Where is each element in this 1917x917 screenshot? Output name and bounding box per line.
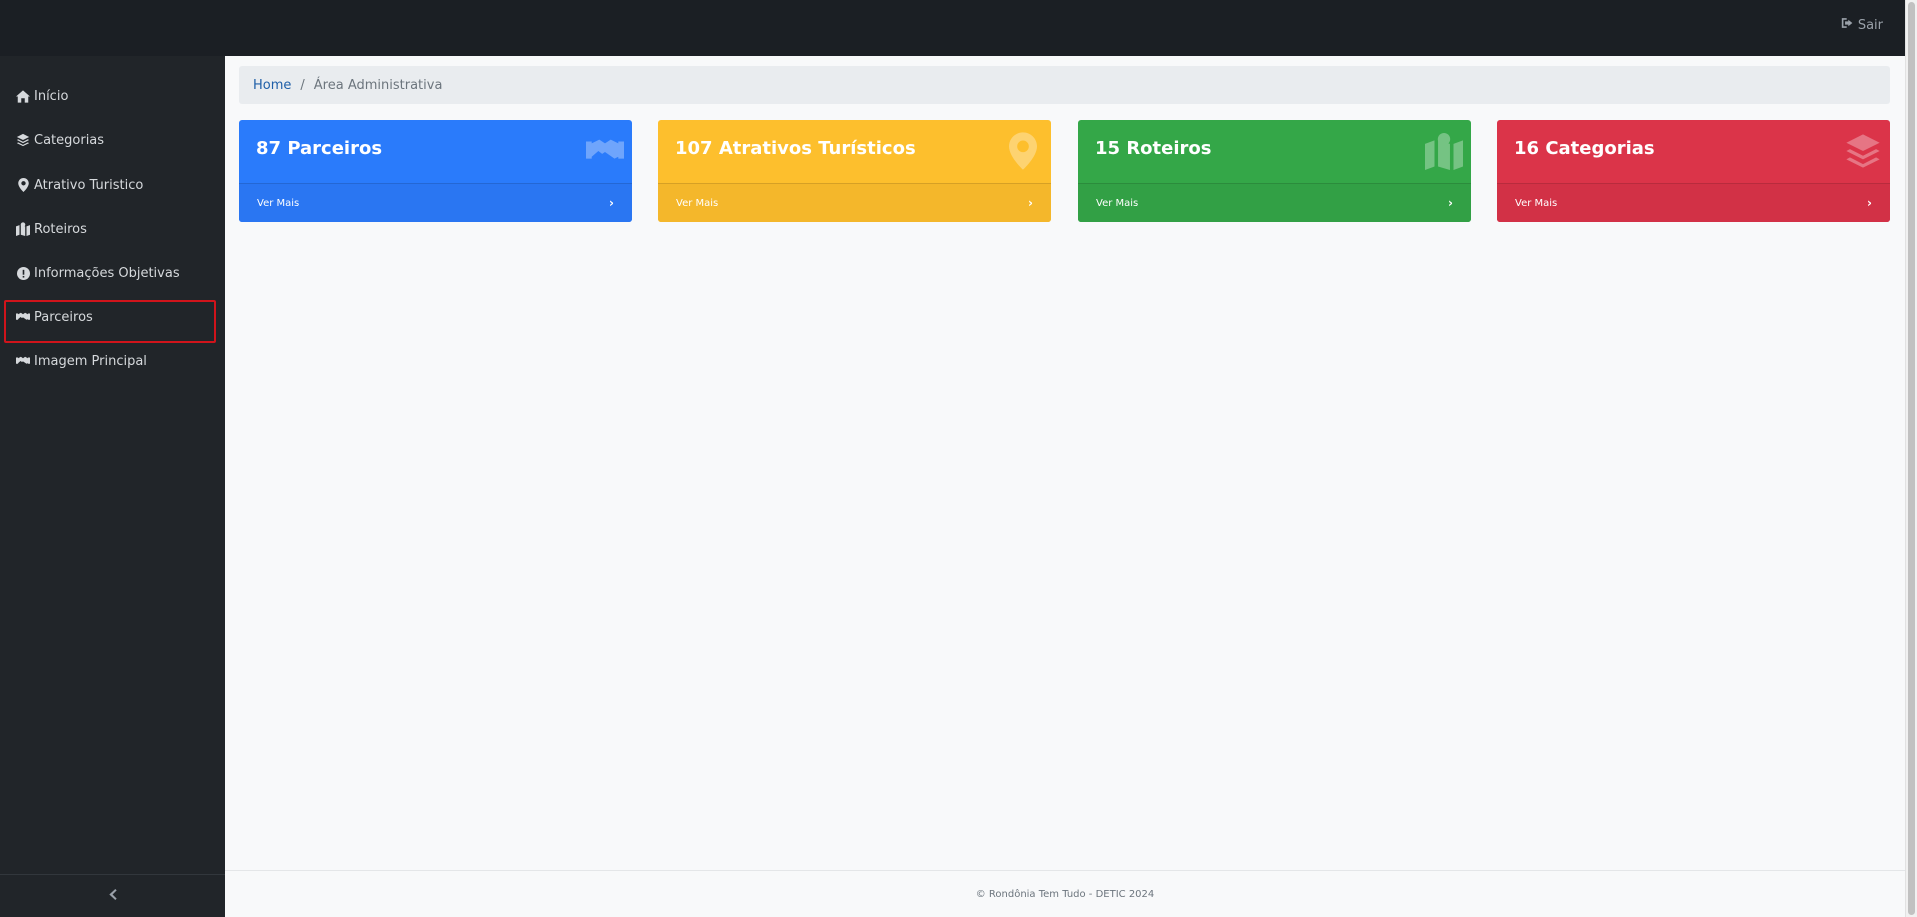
ver-mais-link[interactable]: Ver Mais › bbox=[1497, 183, 1890, 222]
breadcrumb-home-link[interactable]: Home bbox=[253, 78, 291, 93]
card-body: 15 Roteiros bbox=[1078, 120, 1471, 184]
sidebar-item-inicio[interactable]: Início bbox=[16, 85, 68, 107]
sidebar-item-label: Roteiros bbox=[34, 221, 87, 237]
handshake-icon bbox=[16, 354, 30, 368]
card-categorias: 16 Categorias Ver Mais › bbox=[1497, 120, 1890, 222]
card-body: 107 Atrativos Turísticos bbox=[658, 120, 1051, 184]
sidebar-item-atrativo-turistico[interactable]: Atrativo Turistico bbox=[16, 174, 143, 196]
card-title: 16 Categorias bbox=[1514, 138, 1655, 159]
scrollbar-thumb[interactable] bbox=[1908, 2, 1915, 915]
breadcrumb: Home / Área Administrativa bbox=[239, 66, 1890, 104]
map-marker-icon bbox=[16, 178, 30, 192]
sidebar-item-label: Início bbox=[34, 88, 69, 104]
breadcrumb-current: Área Administrativa bbox=[313, 77, 443, 93]
sidebar-item-label: Imagem Principal bbox=[34, 353, 147, 369]
sidebar-item-categorias[interactable]: Categorias bbox=[16, 129, 104, 151]
vertical-scrollbar[interactable] bbox=[1905, 0, 1917, 917]
info-circle-icon bbox=[16, 266, 30, 280]
card-roteiros: 15 Roteiros Ver Mais › bbox=[1078, 120, 1471, 222]
page-footer: © Rondônia Tem Tudo - DETIC 2024 bbox=[225, 870, 1905, 917]
chevron-right-icon: › bbox=[609, 196, 614, 210]
sidebar: Início Categorias Atrativo Turistico Rot… bbox=[0, 56, 225, 917]
ver-mais-label: Ver Mais bbox=[1515, 197, 1558, 209]
sidebar-item-roteiros[interactable]: Roteiros bbox=[16, 218, 87, 240]
sidebar-item-label: Atrativo Turistico bbox=[34, 177, 144, 193]
ver-mais-link[interactable]: Ver Mais › bbox=[239, 183, 632, 222]
handshake-icon bbox=[586, 132, 624, 170]
layers-icon bbox=[16, 133, 30, 147]
card-parceiros: 87 Parceiros Ver Mais › bbox=[239, 120, 632, 222]
chevron-right-icon: › bbox=[1867, 196, 1872, 210]
chevron-right-icon: › bbox=[1448, 196, 1453, 210]
home-icon bbox=[16, 89, 30, 103]
breadcrumb-separator: / bbox=[300, 77, 305, 93]
map-icon bbox=[1425, 132, 1463, 170]
sidebar-item-label: Categorias bbox=[34, 132, 105, 148]
card-body: 16 Categorias bbox=[1497, 120, 1890, 184]
sidebar-item-label: Informações Objetivas bbox=[34, 265, 180, 281]
chevron-left-icon bbox=[108, 888, 117, 904]
sidebar-item-informacoes-objetivas[interactable]: Informações Objetivas bbox=[16, 262, 180, 284]
sign-out-icon bbox=[1841, 17, 1854, 33]
ver-mais-label: Ver Mais bbox=[257, 197, 300, 209]
ver-mais-label: Ver Mais bbox=[1096, 197, 1139, 209]
layers-icon bbox=[1844, 132, 1882, 170]
card-body: 87 Parceiros bbox=[239, 120, 632, 184]
ver-mais-link[interactable]: Ver Mais › bbox=[658, 183, 1051, 222]
card-atrativos-turisticos: 107 Atrativos Turísticos Ver Mais › bbox=[658, 120, 1051, 222]
card-title: 87 Parceiros bbox=[256, 138, 383, 159]
selection-highlight-box bbox=[4, 300, 216, 343]
map-icon bbox=[16, 222, 30, 236]
logout-button[interactable]: Sair bbox=[1841, 17, 1883, 33]
ver-mais-link[interactable]: Ver Mais › bbox=[1078, 183, 1471, 222]
chevron-right-icon: › bbox=[1028, 196, 1033, 210]
card-title: 15 Roteiros bbox=[1095, 138, 1212, 159]
map-marker-icon bbox=[1009, 132, 1039, 170]
logout-label: Sair bbox=[1857, 17, 1883, 33]
card-title: 107 Atrativos Turísticos bbox=[675, 138, 916, 159]
ver-mais-label: Ver Mais bbox=[676, 197, 719, 209]
top-navbar: Sair bbox=[0, 0, 1905, 56]
copyright-text: © Rondônia Tem Tudo - DETIC 2024 bbox=[975, 888, 1155, 900]
sidebar-item-imagem-principal[interactable]: Imagem Principal bbox=[16, 350, 147, 372]
sidebar-collapse-button[interactable] bbox=[0, 874, 225, 917]
